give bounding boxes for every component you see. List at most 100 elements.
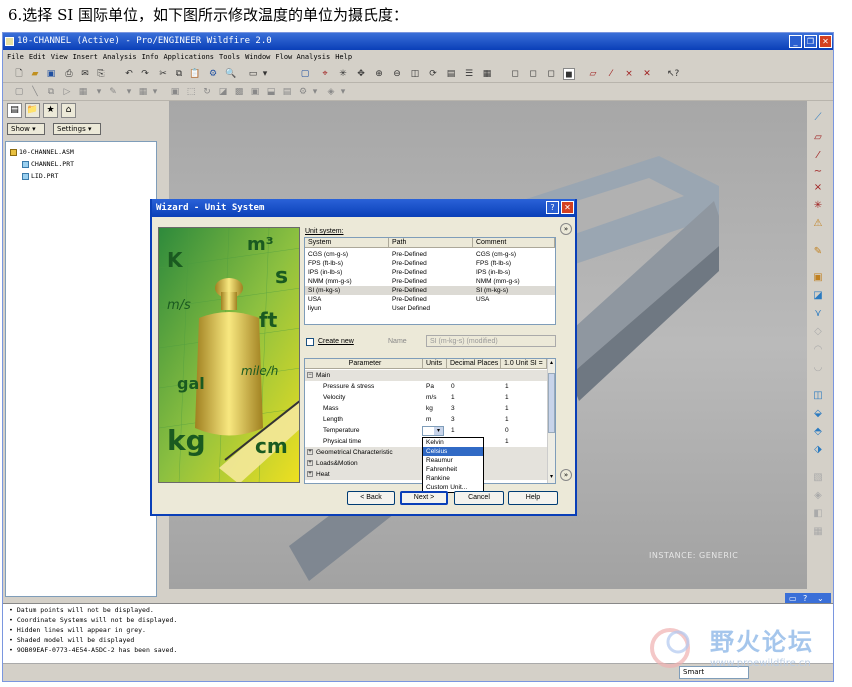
cut-icon[interactable]: ✂: [157, 68, 169, 80]
open-folder-icon[interactable]: ▰: [29, 68, 41, 80]
play-icon[interactable]: ▷: [61, 86, 73, 98]
feature4-icon[interactable]: ◪: [217, 86, 229, 98]
line-icon[interactable]: ╲: [29, 86, 41, 98]
unit-system-row[interactable]: USA Pre-Defined USA: [305, 295, 555, 304]
folder-browser-tab-icon[interactable]: 📁: [25, 103, 40, 118]
feature3-icon[interactable]: ↻: [201, 86, 213, 98]
datum-axes-icon[interactable]: ⁄: [605, 68, 617, 80]
feature9-icon[interactable]: ⚙: [297, 86, 309, 98]
collapse-icon[interactable]: −: [307, 372, 313, 378]
column-header-si[interactable]: 1.0 Unit SI =: [501, 359, 547, 369]
revolve-tool-icon[interactable]: ◪: [811, 289, 825, 303]
pattern-tool-icon[interactable]: ▧: [811, 471, 825, 485]
help-button[interactable]: Help: [508, 491, 558, 505]
show-dropdown[interactable]: Show ▾: [7, 123, 45, 135]
menu-item-insert[interactable]: Insert: [73, 53, 98, 61]
tree-item-channel[interactable]: CHANNEL.PRT: [22, 160, 74, 168]
dropdown4-icon[interactable]: ▾: [149, 86, 161, 98]
menu-item-view[interactable]: View: [51, 53, 68, 61]
plane-tool-icon[interactable]: ▱: [811, 131, 825, 145]
scroll-thumb[interactable]: [548, 373, 555, 433]
param-row[interactable]: Mass kg 3 1: [305, 403, 549, 414]
favorites-tab-icon[interactable]: ★: [43, 103, 58, 118]
dropdown3-icon[interactable]: ▾: [123, 86, 135, 98]
menu-item-analysis[interactable]: Analysis: [103, 53, 137, 61]
send-icon[interactable]: ⎘: [95, 68, 107, 80]
feature2-icon[interactable]: ⬚: [185, 86, 197, 98]
analysis-tool-icon[interactable]: ⚠: [811, 217, 825, 231]
sketch-tool-icon[interactable]: ✎: [811, 245, 825, 259]
trim-tool-icon[interactable]: ▦: [811, 525, 825, 539]
mirror-tool-icon[interactable]: ◈: [811, 489, 825, 503]
column-header-system[interactable]: System: [305, 238, 389, 248]
chamfer-tool-icon[interactable]: ⬙: [811, 407, 825, 421]
connections-tab-icon[interactable]: ⌂: [61, 103, 76, 118]
regenerate-icon[interactable]: ⚙: [207, 68, 219, 80]
expand-chevron-icon[interactable]: »: [560, 469, 572, 481]
menu-item-window[interactable]: Window: [245, 53, 270, 61]
rib-tool-icon[interactable]: ⬗: [811, 443, 825, 457]
dropdown5-icon[interactable]: ▾: [309, 86, 321, 98]
dropdown-arrow-icon[interactable]: ▾: [434, 427, 443, 435]
axis-tool-icon[interactable]: ⁄: [811, 149, 825, 163]
temperature-option[interactable]: Fahrenheit: [423, 465, 483, 474]
hole-tool-icon[interactable]: ◠: [811, 343, 825, 357]
param-row[interactable]: Length m 3 1: [305, 414, 549, 425]
orient-icon[interactable]: ⌖: [319, 68, 331, 80]
shading-icon[interactable]: ◼: [563, 68, 575, 80]
draft-tool-icon[interactable]: ⬘: [811, 425, 825, 439]
unit-system-row[interactable]: liyun User Defined: [305, 304, 555, 313]
dropdown6-icon[interactable]: ▾: [337, 86, 349, 98]
expand-chevron-icon[interactable]: »: [560, 223, 572, 235]
new-file-icon[interactable]: 🗋: [13, 68, 25, 80]
csys-icon[interactable]: ✕: [641, 68, 653, 80]
dialog-title-bar[interactable]: Wizard - Unit System: [152, 199, 575, 217]
blend-tool-icon[interactable]: ◇: [811, 325, 825, 339]
model-tree-tab-icon[interactable]: ▤: [7, 103, 22, 118]
datum-plane-tool-icon[interactable]: ⟋: [811, 111, 825, 125]
curve-tool-icon[interactable]: ∼: [811, 165, 825, 179]
sweep-tool-icon[interactable]: ⋎: [811, 307, 825, 321]
reorient-icon[interactable]: ⟳: [427, 68, 439, 80]
column-header-parameter[interactable]: Parameter: [305, 359, 423, 369]
tile-icon[interactable]: ▭: [789, 594, 797, 603]
layers-icon[interactable]: ☰: [463, 68, 475, 80]
tree-item-lid[interactable]: LID.PRT: [22, 172, 58, 180]
no-hidden-icon[interactable]: ◻: [545, 68, 557, 80]
unit-system-row[interactable]: IPS (in-lb-s) Pre-Defined IPS (in-lb-s): [305, 268, 555, 277]
param-row[interactable]: Velocity m/s 1 1: [305, 392, 549, 403]
temperature-option[interactable]: Rankine: [423, 474, 483, 483]
graph-icon[interactable]: ▦: [77, 86, 89, 98]
dialog-help-icon[interactable]: ?: [546, 201, 559, 214]
csys-tool-icon[interactable]: ✳: [811, 199, 825, 213]
param-scrollbar[interactable]: ▴ ▾: [547, 359, 555, 483]
temperature-option[interactable]: Reaumur: [423, 456, 483, 465]
datum-points-icon[interactable]: ×: [623, 68, 635, 80]
merge-tool-icon[interactable]: ◧: [811, 507, 825, 521]
round-tool-icon[interactable]: ◫: [811, 389, 825, 403]
settings-dropdown[interactable]: Settings ▾: [53, 123, 101, 135]
extrude-tool-icon[interactable]: ▣: [811, 271, 825, 285]
expand-icon[interactable]: +: [307, 460, 313, 466]
scroll-up-icon[interactable]: ▴: [548, 359, 555, 367]
unit-system-row[interactable]: NMM (mm-g-s) Pre-Defined NMM (mm-g-s): [305, 277, 555, 286]
expand-icon[interactable]: ⌄: [817, 594, 824, 603]
expand-icon[interactable]: +: [307, 471, 313, 477]
grid-icon[interactable]: ▦: [137, 86, 149, 98]
param-row[interactable]: Pressure & stress Pa 0 1: [305, 381, 549, 392]
minimize-icon[interactable]: _: [789, 35, 802, 48]
help-query-icon[interactable]: ?: [803, 594, 807, 603]
param-group-row[interactable]: − Main: [305, 370, 549, 381]
window-icon[interactable]: ▭: [247, 68, 259, 80]
feature5-icon[interactable]: ▩: [233, 86, 245, 98]
menu-item-info[interactable]: Info: [142, 53, 159, 61]
column-header-units[interactable]: Units: [423, 359, 447, 369]
redo-icon[interactable]: ↷: [139, 68, 151, 80]
find-icon[interactable]: 🔍: [225, 68, 237, 80]
column-header-comment[interactable]: Comment: [473, 238, 555, 248]
menu-item-applications[interactable]: Applications: [163, 53, 214, 61]
feature8-icon[interactable]: ▤: [281, 86, 293, 98]
dialog-close-icon[interactable]: ✕: [561, 201, 574, 214]
email-icon[interactable]: ✉: [79, 68, 91, 80]
back-button[interactable]: < Back: [347, 491, 395, 505]
